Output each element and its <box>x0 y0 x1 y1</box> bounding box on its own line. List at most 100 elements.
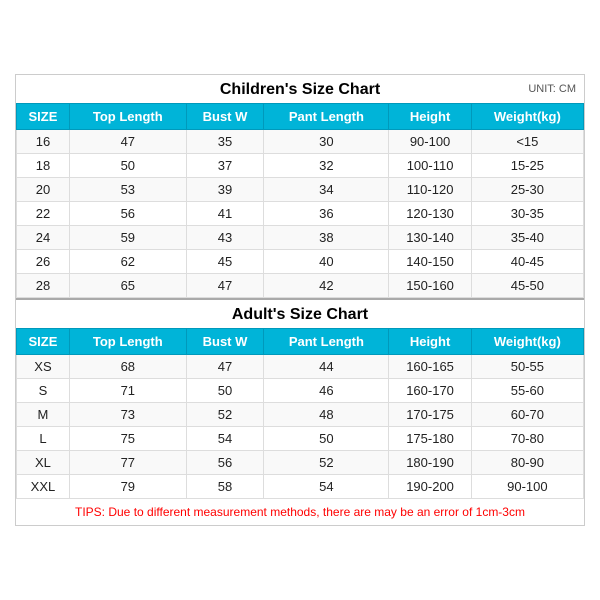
table-cell: 60-70 <box>471 403 583 427</box>
table-cell: 52 <box>186 403 264 427</box>
children-table: SIZE Top Length Bust W Pant Length Heigh… <box>16 103 584 298</box>
table-cell: 18 <box>17 154 70 178</box>
adult-col-weight: Weight(kg) <box>471 329 583 355</box>
table-cell: 90-100 <box>471 475 583 499</box>
table-cell: 190-200 <box>389 475 471 499</box>
table-cell: 50-55 <box>471 355 583 379</box>
size-chart-wrapper: Children's Size Chart UNIT: CM SIZE Top … <box>15 74 585 526</box>
table-cell: 47 <box>69 130 186 154</box>
adult-col-pant-length: Pant Length <box>264 329 389 355</box>
table-cell: 50 <box>264 427 389 451</box>
table-cell: 77 <box>69 451 186 475</box>
table-cell: XL <box>17 451 70 475</box>
table-row: L755450175-18070-80 <box>17 427 584 451</box>
table-cell: 32 <box>264 154 389 178</box>
adult-col-size: SIZE <box>17 329 70 355</box>
table-cell: 175-180 <box>389 427 471 451</box>
table-cell: 25-30 <box>471 178 583 202</box>
table-cell: 50 <box>186 379 264 403</box>
table-cell: 45 <box>186 250 264 274</box>
table-row: 24594338130-14035-40 <box>17 226 584 250</box>
table-cell: 59 <box>69 226 186 250</box>
table-cell: XXL <box>17 475 70 499</box>
table-row: 28654742150-16045-50 <box>17 274 584 298</box>
children-col-size: SIZE <box>17 104 70 130</box>
table-cell: 41 <box>186 202 264 226</box>
table-cell: 15-25 <box>471 154 583 178</box>
table-cell: 52 <box>264 451 389 475</box>
table-cell: 34 <box>264 178 389 202</box>
table-cell: XS <box>17 355 70 379</box>
table-cell: 44 <box>264 355 389 379</box>
unit-label: UNIT: CM <box>528 83 576 95</box>
children-col-top-length: Top Length <box>69 104 186 130</box>
table-cell: 100-110 <box>389 154 471 178</box>
tips-text: TIPS: Due to different measurement metho… <box>75 505 525 519</box>
children-col-height: Height <box>389 104 471 130</box>
table-cell: 150-160 <box>389 274 471 298</box>
table-cell: 28 <box>17 274 70 298</box>
table-cell: 24 <box>17 226 70 250</box>
tips-row: TIPS: Due to different measurement metho… <box>16 499 584 525</box>
adult-title-row: Adult's Size Chart <box>16 298 584 328</box>
table-cell: 50 <box>69 154 186 178</box>
table-row: XL775652180-19080-90 <box>17 451 584 475</box>
table-cell: 130-140 <box>389 226 471 250</box>
children-table-body: 1647353090-100<1518503732100-11015-25205… <box>17 130 584 298</box>
table-row: 18503732100-11015-25 <box>17 154 584 178</box>
table-cell: 79 <box>69 475 186 499</box>
table-cell: 110-120 <box>389 178 471 202</box>
table-cell: 62 <box>69 250 186 274</box>
table-row: 22564136120-13030-35 <box>17 202 584 226</box>
table-row: S715046160-17055-60 <box>17 379 584 403</box>
table-cell: 54 <box>264 475 389 499</box>
table-cell: 65 <box>69 274 186 298</box>
table-cell: M <box>17 403 70 427</box>
adult-table: SIZE Top Length Bust W Pant Length Heigh… <box>16 328 584 499</box>
table-cell: 120-130 <box>389 202 471 226</box>
adult-col-top-length: Top Length <box>69 329 186 355</box>
table-cell: 90-100 <box>389 130 471 154</box>
table-row: 26624540140-15040-45 <box>17 250 584 274</box>
table-cell: 36 <box>264 202 389 226</box>
table-cell: 16 <box>17 130 70 154</box>
table-cell: 160-170 <box>389 379 471 403</box>
adult-chart-title: Adult's Size Chart <box>232 306 368 323</box>
table-cell: 22 <box>17 202 70 226</box>
table-cell: 30 <box>264 130 389 154</box>
children-col-bust-w: Bust W <box>186 104 264 130</box>
table-cell: 75 <box>69 427 186 451</box>
table-cell: 46 <box>264 379 389 403</box>
children-title-row: Children's Size Chart UNIT: CM <box>16 75 584 103</box>
table-cell: 73 <box>69 403 186 427</box>
table-cell: 43 <box>186 226 264 250</box>
table-cell: 80-90 <box>471 451 583 475</box>
table-cell: 180-190 <box>389 451 471 475</box>
table-cell: 56 <box>186 451 264 475</box>
table-cell: 47 <box>186 274 264 298</box>
table-cell: 37 <box>186 154 264 178</box>
children-col-pant-length: Pant Length <box>264 104 389 130</box>
table-cell: 47 <box>186 355 264 379</box>
children-header-row: SIZE Top Length Bust W Pant Length Heigh… <box>17 104 584 130</box>
table-cell: 53 <box>69 178 186 202</box>
adult-col-height: Height <box>389 329 471 355</box>
table-cell: 38 <box>264 226 389 250</box>
table-row: 20533934110-12025-30 <box>17 178 584 202</box>
table-cell: 40 <box>264 250 389 274</box>
table-cell: 45-50 <box>471 274 583 298</box>
table-cell: <15 <box>471 130 583 154</box>
table-row: 1647353090-100<15 <box>17 130 584 154</box>
table-row: XXL795854190-20090-100 <box>17 475 584 499</box>
children-col-weight: Weight(kg) <box>471 104 583 130</box>
table-cell: 140-150 <box>389 250 471 274</box>
table-cell: S <box>17 379 70 403</box>
table-cell: 54 <box>186 427 264 451</box>
table-cell: 170-175 <box>389 403 471 427</box>
table-cell: 39 <box>186 178 264 202</box>
table-cell: 20 <box>17 178 70 202</box>
table-cell: 58 <box>186 475 264 499</box>
table-row: XS684744160-16550-55 <box>17 355 584 379</box>
adult-header-row: SIZE Top Length Bust W Pant Length Heigh… <box>17 329 584 355</box>
table-cell: 56 <box>69 202 186 226</box>
